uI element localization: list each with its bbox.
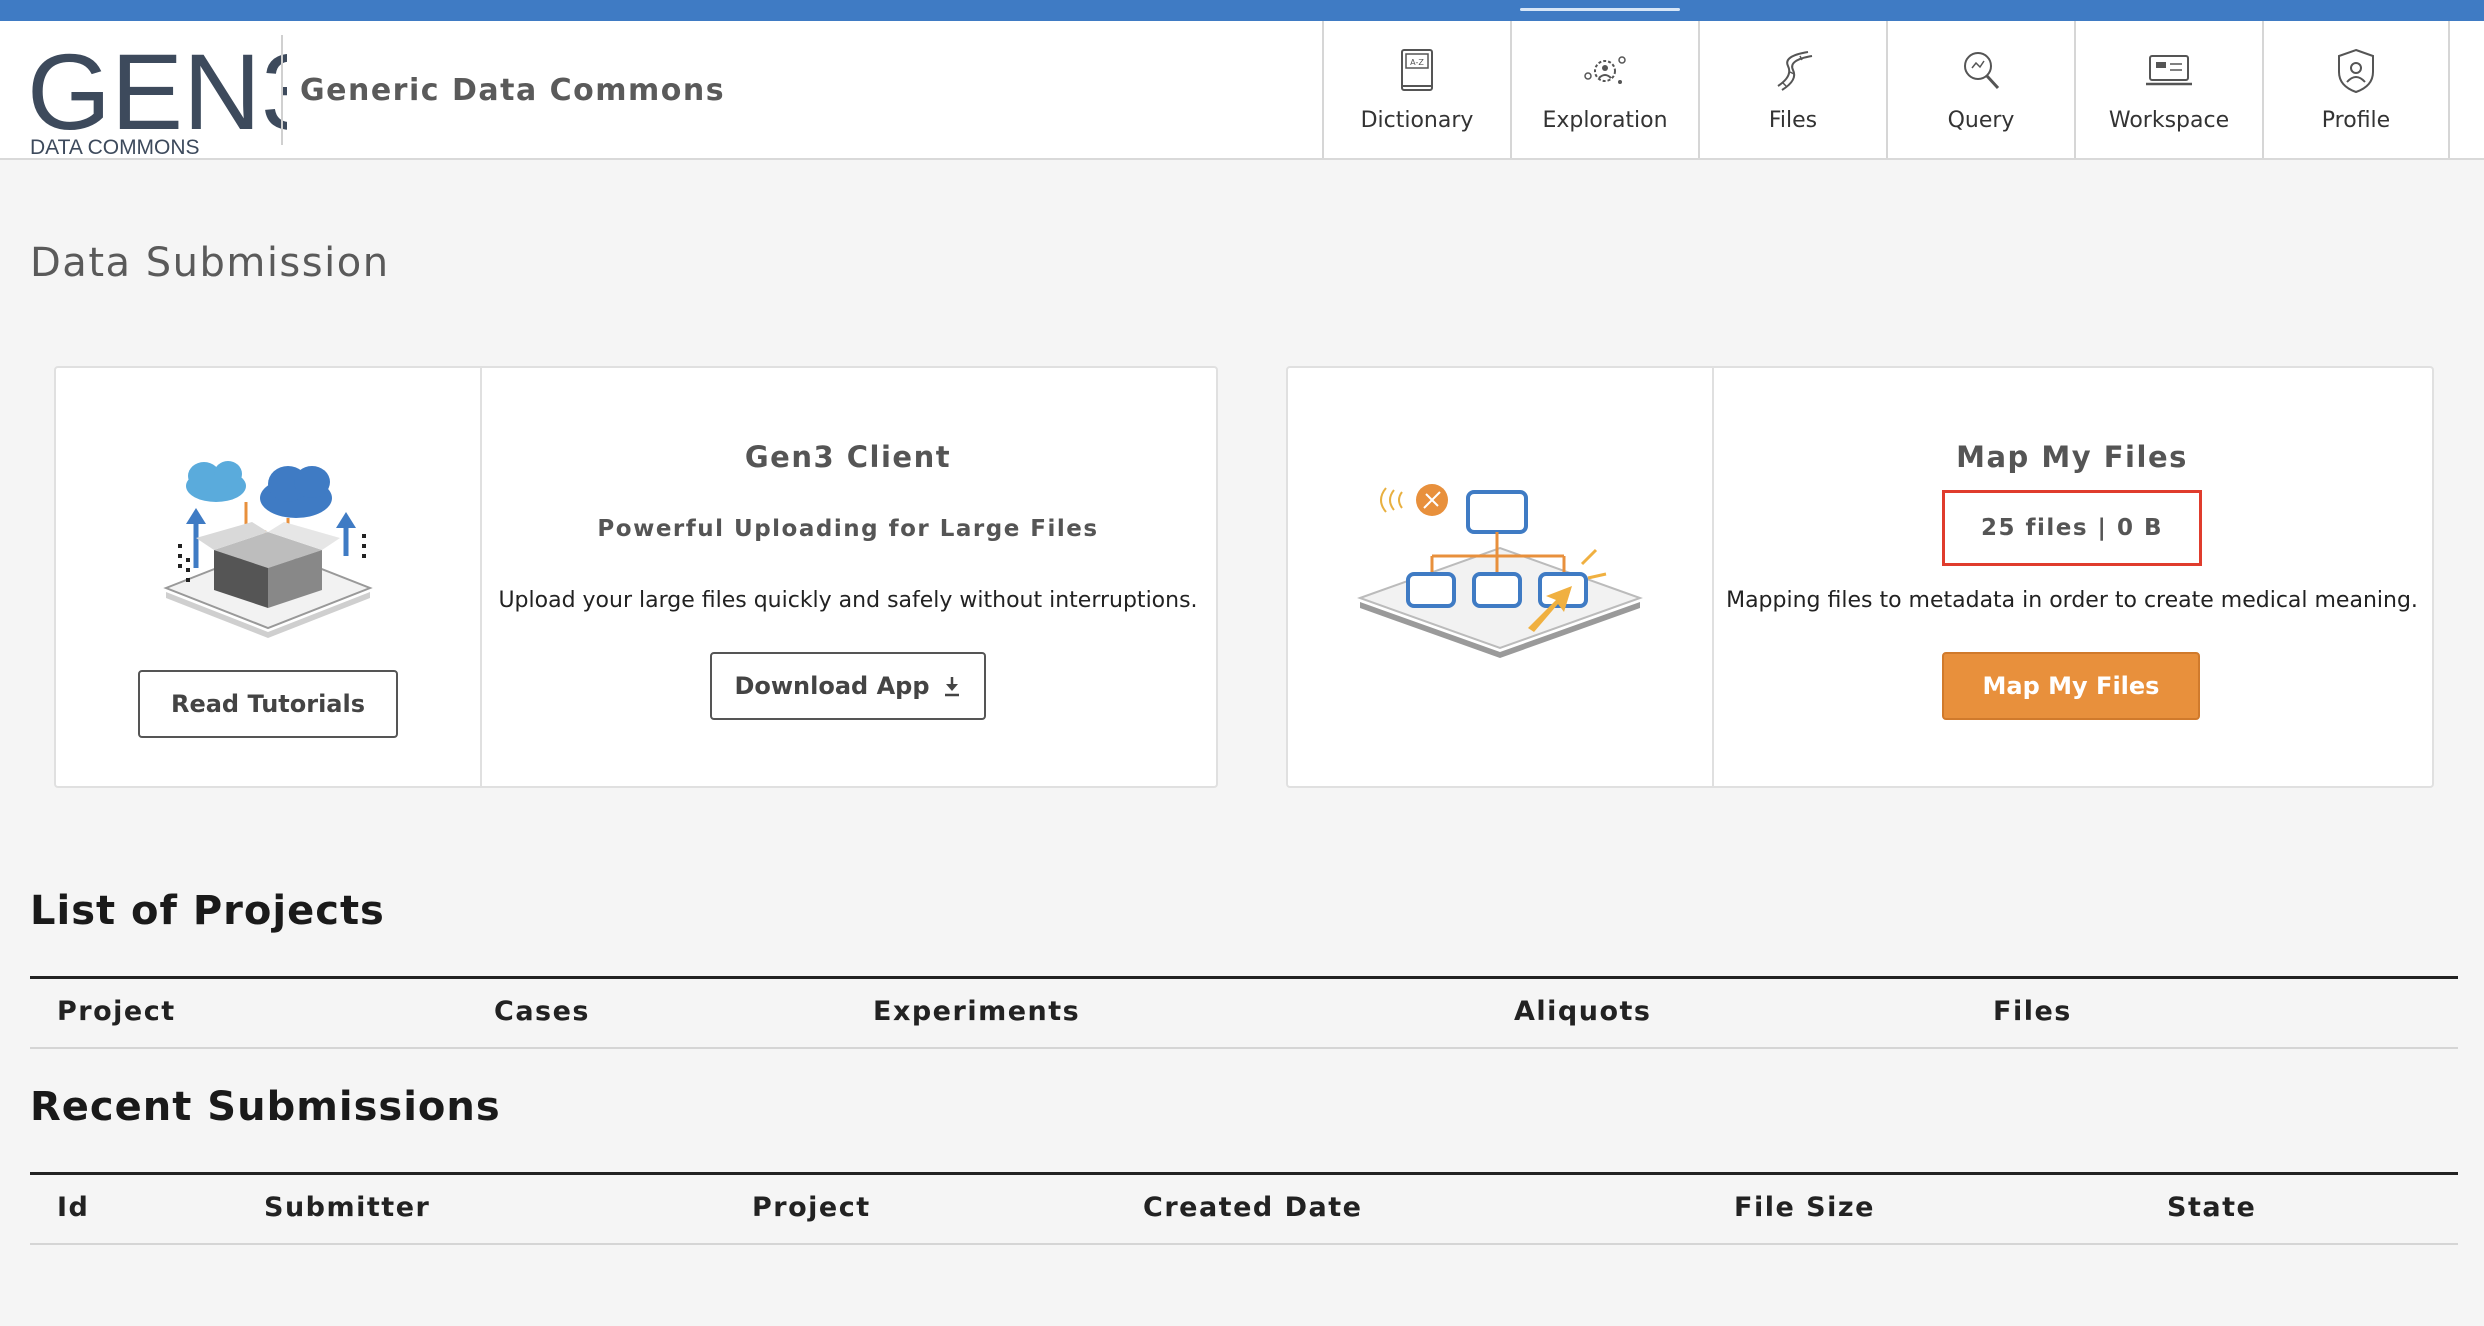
map-my-files-card-left (1288, 368, 1714, 786)
gen3-client-title: Gen3 Client (744, 440, 952, 474)
column-header-cases[interactable]: Cases (494, 996, 590, 1027)
column-header-created-date[interactable]: Created Date (1143, 1192, 1362, 1223)
gen3-client-card: Read Tutorials Gen3 Client Powerful Uplo… (54, 366, 1218, 788)
files-icon (1777, 51, 1813, 91)
nav-profile-label: Profile (2321, 108, 2391, 133)
nav-exploration-label: Exploration (1542, 108, 1668, 133)
logo-wordmark: GEN3 (27, 31, 287, 152)
map-my-files-title: Map My Files (1956, 440, 2188, 474)
submissions-table-header: Id Submitter Project Created Date File S… (30, 1172, 2458, 1245)
exploration-icon (1584, 56, 1626, 84)
nav-query-label: Query (1947, 108, 2015, 133)
logo-divider (281, 35, 283, 145)
active-tab-indicator (1520, 8, 1680, 11)
download-app-button[interactable]: Download App (710, 652, 986, 720)
nav-files[interactable]: Files (1698, 21, 1886, 158)
site-title: Generic Data Commons (300, 73, 726, 108)
gen3-client-card-right: Gen3 Client Powerful Uploading for Large… (480, 368, 1216, 786)
nav-query[interactable]: Query (1886, 21, 2074, 158)
column-header-project[interactable]: Project (57, 996, 176, 1027)
read-tutorials-button[interactable]: Read Tutorials (138, 670, 398, 738)
column-header-file-size[interactable]: File Size (1734, 1192, 1875, 1223)
submissions-section-title: Recent Submissions (30, 1084, 501, 1130)
file-summary-badge: 25 files | 0 B (1942, 490, 2202, 566)
logo-subtext: DATA COMMONS (30, 136, 200, 159)
download-icon (944, 677, 959, 697)
gen3-logo-icon: GEN3 DATA COMMONS (27, 31, 321, 159)
nav-dictionary-label: Dictionary (1360, 108, 1474, 133)
browser-top-bar (0, 0, 2484, 21)
column-header-files[interactable]: Files (1993, 996, 2072, 1027)
map-my-files-button[interactable]: Map My Files (1942, 652, 2200, 720)
gen3-client-description: Upload your large files quickly and safe… (498, 588, 1198, 613)
dictionary-icon: A-Z (1401, 49, 1433, 91)
nav-files-label: Files (1768, 108, 1818, 133)
column-header-state[interactable]: State (2167, 1192, 2256, 1223)
column-header-id[interactable]: Id (57, 1192, 89, 1223)
column-header-aliquots[interactable]: Aliquots (1514, 996, 1651, 1027)
nav-profile[interactable]: Profile (2262, 21, 2450, 158)
workspace-icon (2146, 55, 2192, 86)
page-title: Data Submission (30, 240, 390, 286)
query-icon (1964, 52, 2000, 90)
gen3-logo[interactable]: GEN3 DATA COMMONS (27, 29, 321, 159)
download-app-label: Download App (734, 672, 930, 700)
gen3-client-subtitle: Powerful Uploading for Large Files (597, 516, 1099, 542)
gen3-client-card-left: Read Tutorials (56, 368, 482, 786)
nav-workspace-label: Workspace (2108, 108, 2230, 133)
map-my-files-card: Map My Files 25 files | 0 B Mapping file… (1286, 366, 2434, 788)
map-my-files-card-right: Map My Files 25 files | 0 B Mapping file… (1712, 368, 2432, 786)
top-nav: A-Z Dictionary Exploration Files Query W… (1322, 21, 2450, 158)
svg-text:A-Z: A-Z (1410, 58, 1424, 67)
profile-icon (2338, 48, 2374, 94)
file-mapping-diagram-illustration (1357, 484, 1643, 658)
nav-workspace[interactable]: Workspace (2074, 21, 2262, 158)
nav-exploration[interactable]: Exploration (1510, 21, 1698, 158)
projects-table-header: Project Cases Experiments Aliquots Files (30, 976, 2458, 1049)
nav-dictionary[interactable]: A-Z Dictionary (1322, 21, 1510, 158)
column-header-submitter[interactable]: Submitter (264, 1192, 430, 1223)
projects-section-title: List of Projects (30, 888, 385, 934)
column-header-project[interactable]: Project (752, 1192, 871, 1223)
map-my-files-description: Mapping files to metadata in order to cr… (1726, 588, 2418, 613)
column-header-experiments[interactable]: Experiments (873, 996, 1080, 1027)
cloud-upload-box-illustration (163, 461, 373, 638)
site-header: GEN3 DATA COMMONS Generic Data Commons A… (0, 21, 2484, 160)
